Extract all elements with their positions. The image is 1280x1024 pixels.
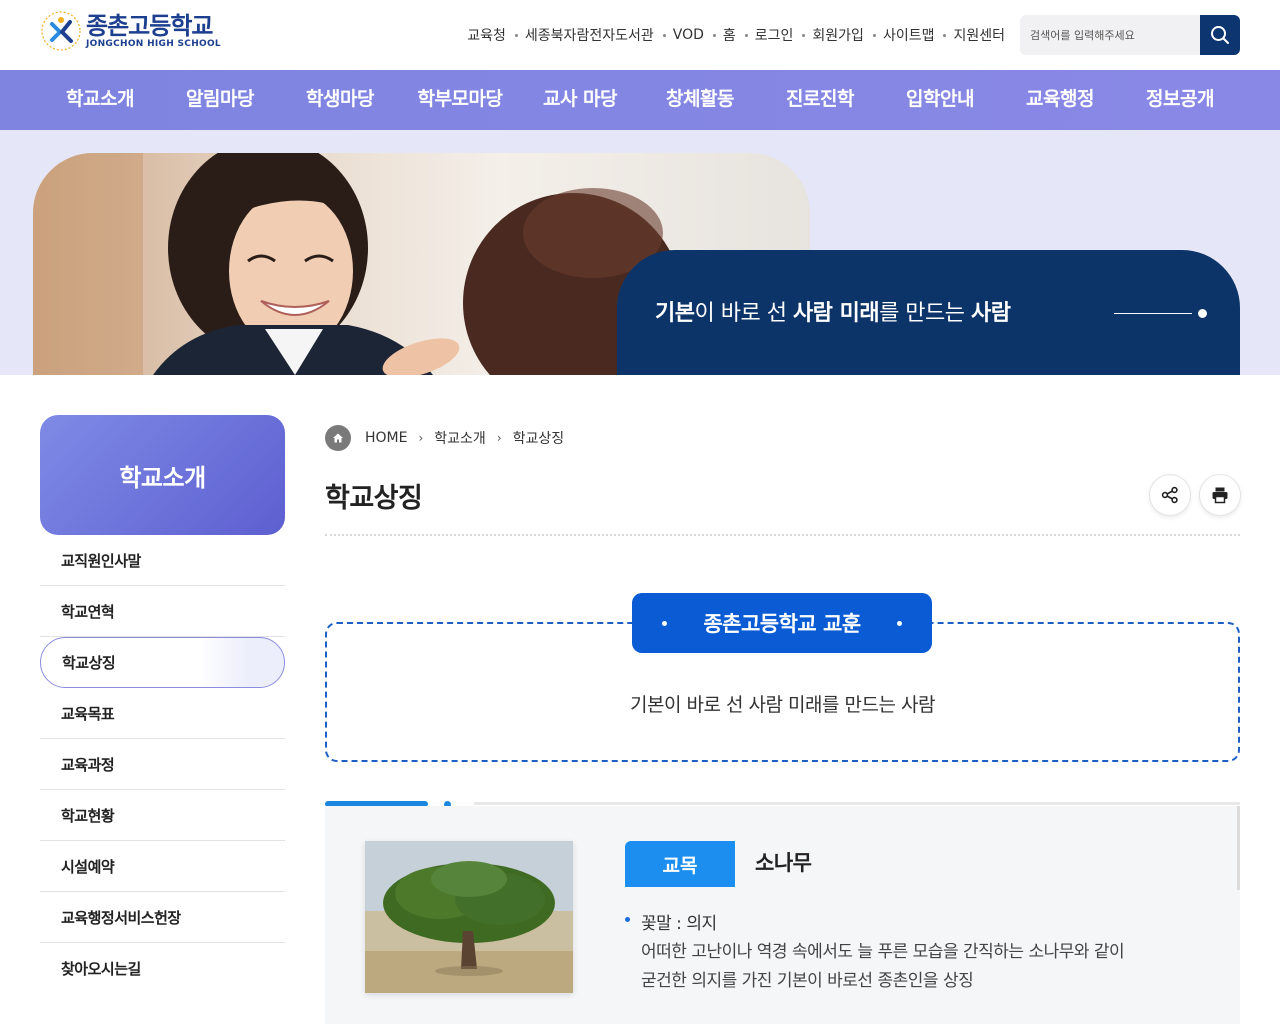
card-edge-line	[1237, 806, 1240, 890]
util-link-login[interactable]: 로그인	[755, 25, 794, 45]
school-emblem-icon	[40, 10, 82, 52]
nav-career[interactable]: 진로진학	[786, 70, 854, 130]
separator-dot	[514, 33, 518, 37]
sidebar-title: 학교소개	[40, 415, 285, 535]
school-logo[interactable]: 종촌고등학교 JONGCHON HIGH SCHOOL	[40, 10, 221, 52]
breadcrumb-current[interactable]: 학교상징	[513, 428, 565, 448]
slogan-part: 사람	[971, 301, 1011, 326]
sidebar-item-history[interactable]: 학교연혁	[40, 586, 285, 637]
main-navigation: 학교소개 알림마당 학생마당 학부모마당 교사 마당 창체활동 진로진학 입학안…	[0, 70, 1280, 130]
page-title: 학교상징	[325, 483, 423, 514]
sidebar-menu: 교직원인사말 학교연혁 학교상징 교육목표 교육과정 학교현황 시설예약 교육행…	[40, 535, 285, 994]
slogan-part: 이 바로 선	[694, 301, 793, 326]
nav-school-intro[interactable]: 학교소개	[66, 70, 134, 130]
symbol-description-line: 어떠한 고난이나 역경 속에서도 늘 푸른 모습을 간직하는 소나무와 같이	[641, 942, 1125, 962]
slogan-divider-line	[1114, 313, 1192, 314]
separator-dot	[662, 33, 666, 37]
search-box	[1020, 15, 1240, 55]
symbol-description-line: 굳건한 의지를 가진 기본이 바로선 종촌인을 상징	[641, 971, 974, 991]
sidebar-item-status[interactable]: 학교현황	[40, 790, 285, 841]
util-link-home[interactable]: 홈	[723, 25, 736, 45]
nav-public-info[interactable]: 정보공개	[1146, 70, 1214, 130]
nav-parent[interactable]: 학부모마당	[418, 70, 503, 130]
nav-admission[interactable]: 입학안내	[906, 70, 974, 130]
motto-tag: 종촌고등학교 교훈	[632, 593, 932, 653]
top-header: 종촌고등학교 JONGCHON HIGH SCHOOL 교육청 세종북자람전자도…	[0, 0, 1280, 70]
util-link-office[interactable]: 교육청	[467, 25, 506, 45]
breadcrumb: HOME › 학교소개 › 학교상징	[325, 425, 564, 451]
search-input[interactable]	[1020, 15, 1200, 55]
motto-dot	[662, 621, 667, 626]
slogan-dot	[1198, 309, 1207, 318]
hero-slogan: 기본이 바로 선 사람 미래를 만드는 사람	[655, 295, 1011, 327]
slogan-part: 를 만드는	[879, 301, 972, 326]
print-icon	[1212, 487, 1228, 504]
share-button[interactable]	[1149, 474, 1191, 516]
symbol-label-chip: 교목	[625, 841, 735, 887]
nav-notice[interactable]: 알림마당	[186, 70, 254, 130]
print-button[interactable]	[1199, 474, 1241, 516]
motto-dot	[897, 621, 902, 626]
separator-dot	[802, 33, 806, 37]
separator-dot	[872, 33, 876, 37]
util-link-library[interactable]: 세종북자람전자도서관	[525, 25, 654, 45]
separator-dot	[943, 33, 947, 37]
sidebar-item-symbols[interactable]: 학교상징	[40, 637, 285, 688]
symbol-meaning: 꽃말 : 의지	[641, 914, 717, 934]
nav-teacher[interactable]: 교사 마당	[543, 70, 618, 130]
sidebar-item-curriculum[interactable]: 교육과정	[40, 739, 285, 790]
nav-activities[interactable]: 창체활동	[666, 70, 734, 130]
util-link-sitemap[interactable]: 사이트맵	[883, 25, 935, 45]
sidebar-item-greeting[interactable]: 교직원인사말	[40, 535, 285, 586]
nav-administration[interactable]: 교육행정	[1026, 70, 1094, 130]
sidebar-item-reservation[interactable]: 시설예약	[40, 841, 285, 892]
util-link-support[interactable]: 지원센터	[953, 25, 1005, 45]
chevron-right-icon: ›	[496, 431, 502, 445]
bullet-dot	[625, 917, 630, 922]
separator-dot	[712, 33, 716, 37]
util-link-signup[interactable]: 회원가입	[812, 25, 864, 45]
nav-student[interactable]: 학생마당	[306, 70, 374, 130]
search-button[interactable]	[1200, 15, 1240, 55]
breadcrumb-section[interactable]: 학교소개	[434, 428, 486, 448]
hero-slogan-panel: 기본이 바로 선 사람 미래를 만드는 사람	[617, 250, 1240, 375]
section-divider-line	[474, 802, 1240, 805]
symbol-name: 소나무	[755, 851, 812, 875]
hero-banner: 기본이 바로 선 사람 미래를 만드는 사람	[0, 130, 1280, 375]
logo-name: 종촌고등학교	[86, 12, 213, 40]
sidebar-item-service-charter[interactable]: 교육행정서비스헌장	[40, 892, 285, 943]
home-icon[interactable]	[325, 425, 351, 451]
motto-text: 기본이 바로 선 사람 미래를 만드는 사람	[630, 694, 935, 716]
pine-tree-image	[365, 841, 573, 993]
chevron-right-icon: ›	[418, 431, 424, 445]
sidebar-item-directions[interactable]: 찾아오시는길	[40, 943, 285, 994]
slogan-part: 사람 미래	[792, 301, 880, 326]
sidebar-item-goals[interactable]: 교육목표	[40, 688, 285, 739]
title-divider	[325, 534, 1240, 536]
motto-tag-label: 종촌고등학교 교훈	[703, 612, 861, 636]
utility-links: 교육청 세종북자람전자도서관 VOD 홈 로그인 회원가입 사이트맵 지원센터	[467, 25, 1005, 45]
slogan-part: 기본	[655, 301, 695, 326]
util-link-vod[interactable]: VOD	[673, 27, 704, 43]
separator-dot	[744, 33, 748, 37]
search-icon	[1211, 26, 1229, 44]
logo-subtitle: JONGCHON HIGH SCHOOL	[86, 39, 221, 49]
breadcrumb-home[interactable]: HOME	[365, 430, 407, 446]
share-icon	[1161, 486, 1178, 504]
